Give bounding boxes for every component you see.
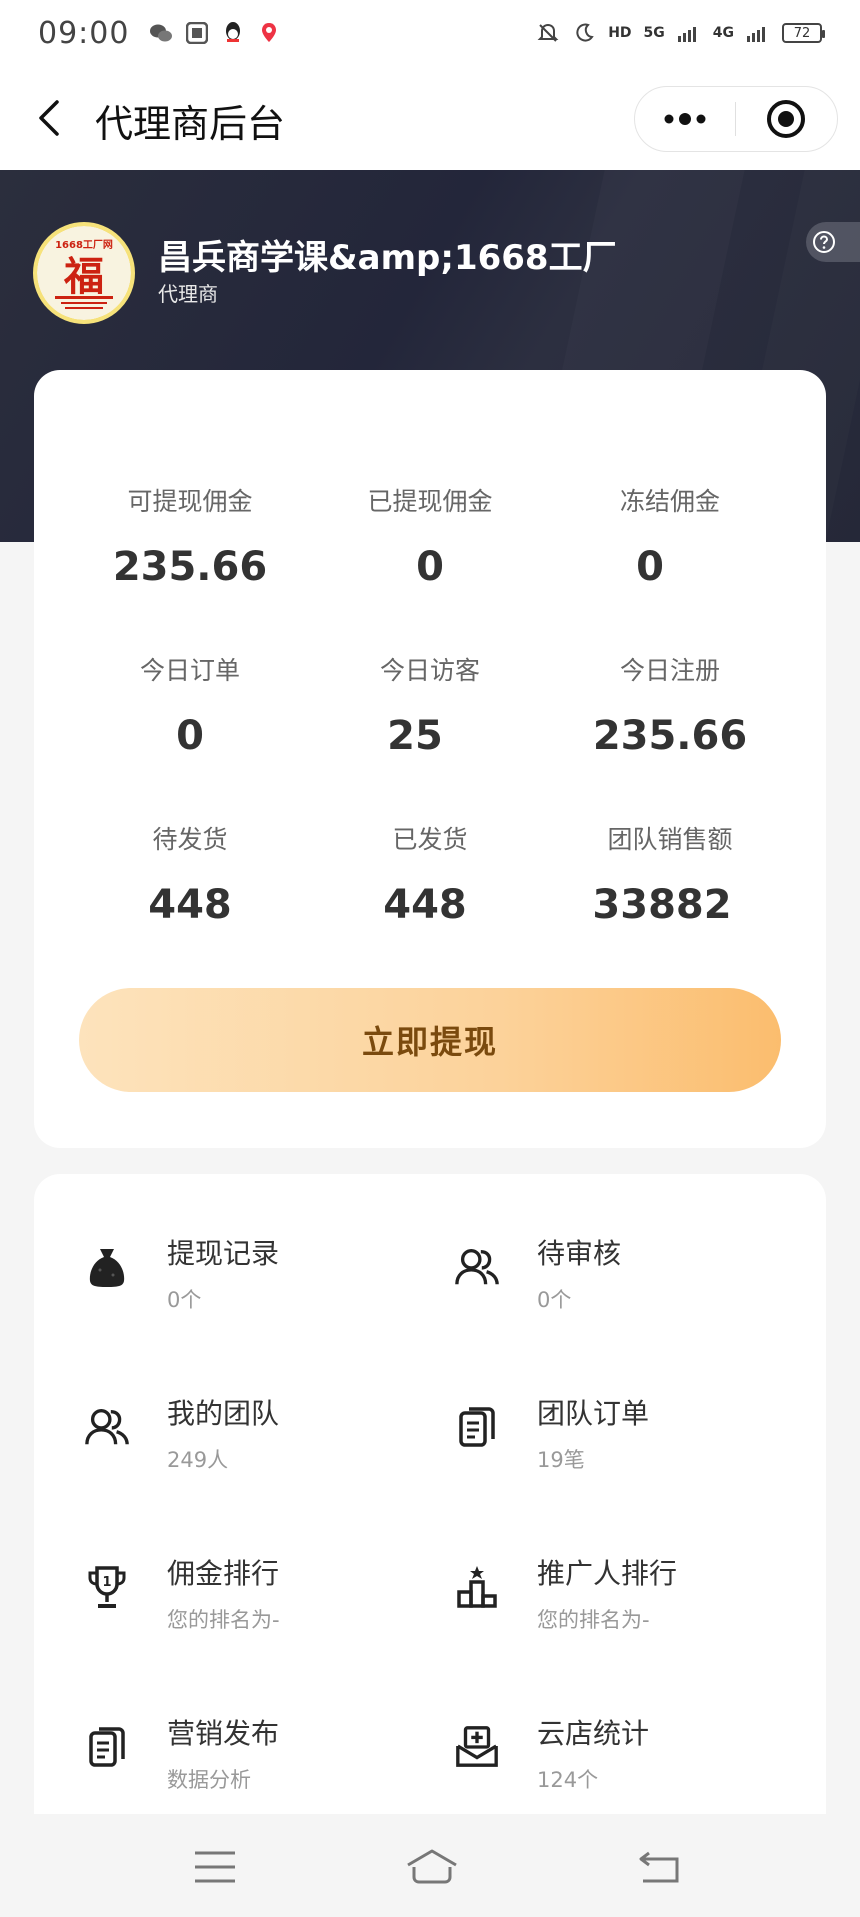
mini-program-capsule bbox=[634, 86, 838, 152]
notification-icons bbox=[149, 21, 281, 45]
svg-text:1: 1 bbox=[102, 1575, 111, 1590]
app-icon bbox=[185, 21, 209, 45]
close-mini-program-button[interactable] bbox=[736, 87, 836, 151]
question-icon bbox=[813, 231, 835, 253]
users-icon bbox=[454, 1244, 500, 1290]
status-bar: 09:00 HD 5G 4G 72 bbox=[0, 0, 860, 66]
stat-withdrawable: 可提现佣金 235.66 bbox=[58, 482, 322, 590]
document-icon bbox=[84, 1724, 130, 1770]
menu-subtitle: 124个 bbox=[537, 1768, 599, 1792]
stat-label: 今日注册 bbox=[619, 656, 720, 685]
stat-value: 25 bbox=[387, 713, 443, 759]
menu-nav-button[interactable] bbox=[190, 1845, 240, 1889]
system-navigation-bar bbox=[0, 1815, 860, 1917]
money-bag-icon bbox=[84, 1244, 130, 1290]
signal-bars-icon bbox=[746, 21, 770, 45]
stat-frozen: 冻结佣金 0 bbox=[538, 482, 802, 590]
network-5g: 5G bbox=[643, 25, 665, 41]
menu-title: 营销发布 bbox=[167, 1717, 280, 1750]
stat-value: 448 bbox=[148, 882, 232, 928]
menu-item-team-orders[interactable]: 团队订单 19笔 bbox=[404, 1382, 784, 1502]
menu-item-withdraw-records[interactable]: 提现记录 0个 bbox=[34, 1222, 414, 1342]
help-button[interactable] bbox=[806, 222, 860, 262]
menu-subtitle: 19笔 bbox=[537, 1448, 585, 1472]
menu-title: 云店统计 bbox=[537, 1717, 650, 1750]
menu-subtitle: 您的排名为- bbox=[537, 1608, 650, 1632]
withdraw-now-button[interactable]: 立即提现 bbox=[79, 988, 781, 1092]
stat-label: 已发货 bbox=[392, 825, 468, 854]
menu-title: 我的团队 bbox=[167, 1397, 280, 1430]
function-menu-card: 提现记录 0个 待审核 0个 我的团队 249人 团队订单 19笔 1 佣金排行… bbox=[34, 1174, 826, 1814]
stat-label: 今日订单 bbox=[139, 656, 240, 685]
hamburger-icon bbox=[195, 1851, 235, 1883]
stat-value: 33882 bbox=[592, 882, 732, 928]
podium-icon bbox=[454, 1564, 500, 1610]
menu-subtitle: 249人 bbox=[167, 1448, 229, 1472]
menu-title: 提现记录 bbox=[167, 1237, 280, 1270]
stat-label: 今日访客 bbox=[379, 656, 480, 685]
trophy-icon: 1 bbox=[84, 1564, 130, 1610]
menu-subtitle: 0个 bbox=[167, 1288, 202, 1312]
avatar[interactable]: 1668工厂网 福 bbox=[33, 222, 135, 324]
location-icon bbox=[257, 21, 281, 45]
mute-icon bbox=[536, 21, 560, 45]
stat-today-visitors: 今日访客 25 bbox=[298, 651, 562, 759]
stat-value: 235.66 bbox=[112, 544, 268, 590]
stat-label: 冻结佣金 bbox=[619, 487, 720, 516]
menu-title: 待审核 bbox=[537, 1237, 622, 1270]
user-name: 昌兵商学课&amp;1668工厂 bbox=[158, 238, 617, 278]
menu-subtitle: 0个 bbox=[537, 1288, 572, 1312]
back-button[interactable] bbox=[26, 96, 70, 140]
more-dots-icon bbox=[664, 113, 706, 125]
stat-value: 235.66 bbox=[592, 713, 748, 759]
home-icon bbox=[407, 1849, 457, 1884]
stat-today-registrations: 今日注册 235.66 bbox=[538, 651, 802, 759]
home-nav-button[interactable] bbox=[405, 1845, 459, 1889]
hd-badge: HD bbox=[608, 25, 632, 41]
menu-subtitle: 数据分析 bbox=[167, 1768, 251, 1792]
stat-team-sales: 团队销售额 33882 bbox=[538, 820, 802, 928]
user-role: 代理商 bbox=[158, 282, 218, 306]
moon-icon bbox=[572, 21, 596, 45]
more-button[interactable] bbox=[635, 87, 735, 151]
chevron-left-icon bbox=[39, 100, 59, 136]
back-nav-button[interactable] bbox=[634, 1845, 684, 1889]
menu-item-my-team[interactable]: 我的团队 249人 bbox=[34, 1382, 414, 1502]
network-4g: 4G bbox=[712, 25, 734, 41]
nav-bar: 代理商后台 bbox=[0, 66, 860, 170]
qq-icon bbox=[221, 21, 245, 45]
wechat-icon bbox=[149, 21, 173, 45]
signal-bars-icon bbox=[677, 21, 701, 45]
status-right-icons: HD 5G 4G 72 bbox=[536, 21, 825, 45]
inbox-plus-icon bbox=[454, 1724, 500, 1770]
team-icon bbox=[84, 1404, 130, 1450]
menu-title: 团队订单 bbox=[537, 1397, 650, 1430]
menu-subtitle: 您的排名为- bbox=[167, 1608, 280, 1632]
menu-item-cloud-store-stats[interactable]: 云店统计 124个 bbox=[404, 1702, 784, 1822]
stat-value: 0 bbox=[636, 544, 664, 590]
return-icon bbox=[639, 1851, 679, 1883]
target-close-icon bbox=[767, 100, 805, 138]
status-time: 09:00 bbox=[38, 15, 130, 51]
menu-item-promoter-ranking[interactable]: 推广人排行 您的排名为- bbox=[404, 1542, 784, 1662]
menu-item-commission-ranking[interactable]: 1 佣金排行 您的排名为- bbox=[34, 1542, 414, 1662]
stat-pending-shipment: 待发货 448 bbox=[58, 820, 322, 928]
svg-text:1668工厂网: 1668工厂网 bbox=[55, 239, 113, 251]
stat-label: 待发货 bbox=[152, 825, 228, 854]
commission-stats-card: 可提现佣金 235.66 已提现佣金 0 冻结佣金 0 今日订单 0 今日访客 … bbox=[34, 370, 826, 1148]
documents-icon bbox=[454, 1404, 500, 1450]
menu-item-pending-review[interactable]: 待审核 0个 bbox=[404, 1222, 784, 1342]
stat-label: 可提现佣金 bbox=[127, 487, 253, 516]
svg-text:福: 福 bbox=[63, 253, 104, 300]
menu-title: 推广人排行 bbox=[537, 1557, 678, 1590]
page-title: 代理商后台 bbox=[95, 102, 286, 146]
battery-icon: 72 bbox=[782, 23, 825, 43]
stat-label: 已提现佣金 bbox=[367, 487, 493, 516]
menu-item-marketing-publish[interactable]: 营销发布 数据分析 bbox=[34, 1702, 414, 1822]
menu-title: 佣金排行 bbox=[167, 1557, 280, 1590]
stat-label: 团队销售额 bbox=[607, 825, 733, 854]
stat-value: 448 bbox=[383, 882, 467, 928]
